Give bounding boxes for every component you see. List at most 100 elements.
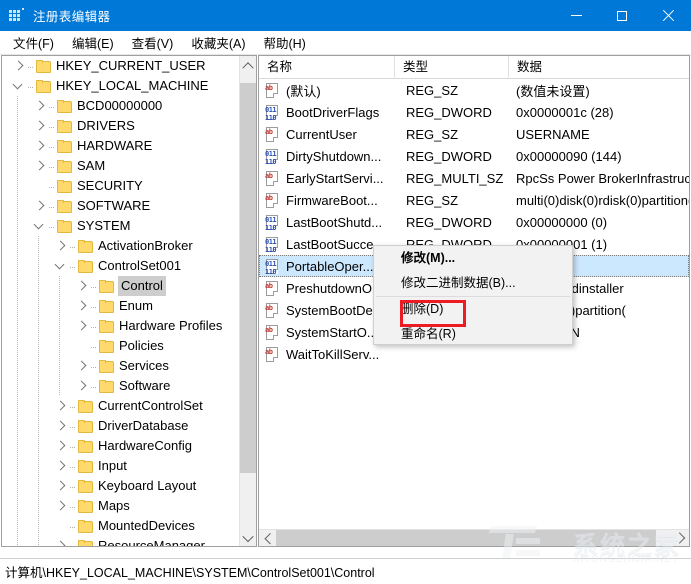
tree-item-currentcontrolset[interactable]: CurrentControlSet	[2, 396, 240, 416]
tree-item-keyboard-layout[interactable]: Keyboard Layout	[2, 476, 240, 496]
tree-item-label: SYSTEM	[77, 218, 131, 233]
maximize-button[interactable]	[599, 0, 645, 31]
ctx-modify-binary[interactable]: 修改二进制数据(B)...	[374, 271, 572, 296]
tree-item-policies[interactable]: Policies	[2, 336, 240, 356]
chevron-right-icon[interactable]	[52, 498, 68, 514]
value-data: RpcSs Power BrokerInfrastructu	[516, 170, 689, 186]
chevron-down-icon[interactable]	[52, 258, 68, 274]
tree-connector	[47, 198, 57, 214]
chevron-right-icon[interactable]	[31, 118, 47, 134]
tree-item-software[interactable]: SOFTWARE	[2, 196, 240, 216]
tree-connector	[68, 418, 78, 434]
menu-help[interactable]: 帮助(H)	[254, 31, 314, 54]
tree-connector	[47, 138, 57, 154]
column-type[interactable]: 类型	[395, 56, 509, 79]
tree-item-mounteddevices[interactable]: MountedDevices	[2, 516, 240, 536]
value-row[interactable]: ab (默认) REG_SZ (数值未设置)	[259, 79, 689, 101]
chevron-down-icon[interactable]	[10, 78, 26, 94]
tree-item-hkey-current-user[interactable]: HKEY_CURRENT_USER	[2, 56, 240, 76]
value-row[interactable]: 011 110 DirtyShutdown... REG_DWORD 0x0000009…	[259, 145, 689, 167]
value-row[interactable]: ab EarlyStartServi... REG_MULTI_SZ RpcSs Po…	[259, 167, 689, 189]
chevron-right-icon[interactable]	[31, 138, 47, 154]
chevron-right-icon[interactable]	[73, 298, 89, 314]
tree-item-security[interactable]: SECURITY	[2, 176, 240, 196]
tree-connector	[89, 338, 99, 354]
scroll-down-button[interactable]	[240, 529, 256, 546]
scroll-up-button[interactable]	[240, 56, 256, 73]
tree-item-system[interactable]: SYSTEM	[2, 216, 240, 236]
chevron-right-icon[interactable]	[52, 458, 68, 474]
tree-item-bcd00000000[interactable]: BCD00000000	[2, 96, 240, 116]
menu-file[interactable]: 文件(F)	[4, 31, 63, 54]
chevron-right-icon[interactable]	[10, 58, 26, 74]
registry-icon	[9, 7, 25, 24]
tree-item-resourcemanager[interactable]: ResourceManager	[2, 536, 240, 546]
tree-guide-line	[17, 96, 18, 116]
chevron-down-icon[interactable]	[31, 218, 47, 234]
registry-tree[interactable]: HKEY_CURRENT_USER HKEY_LOCAL_MACHINE BCD00…	[2, 56, 240, 546]
chevron-right-icon[interactable]	[31, 198, 47, 214]
tree-item-services[interactable]: Services	[2, 356, 240, 376]
dword-value-icon: 011 110	[265, 258, 278, 276]
chevron-right-icon[interactable]	[52, 418, 68, 434]
tree-guide-line	[59, 276, 60, 296]
scroll-right-button[interactable]	[672, 530, 689, 546]
values-horizontal-scrollbar[interactable]	[259, 529, 689, 546]
value-row[interactable]: ab FirmwareBoot... REG_SZ multi(0)disk(0)rd…	[259, 189, 689, 211]
tree-item-hkey-local-machine[interactable]: HKEY_LOCAL_MACHINE	[2, 76, 240, 96]
hscrollbar-thumb[interactable]	[276, 530, 656, 546]
close-button[interactable]	[645, 0, 691, 31]
menu-view[interactable]: 查看(V)	[123, 31, 183, 54]
tree-item-maps[interactable]: Maps	[2, 496, 240, 516]
chevron-right-icon[interactable]	[73, 318, 89, 334]
value-row[interactable]: 011 110 BootDriverFlags REG_DWORD 0x0000001c…	[259, 101, 689, 123]
tree-guide-line	[17, 296, 18, 316]
value-row[interactable]: ab CurrentUser REG_SZ USERNAME	[259, 123, 689, 145]
tree-item-hardwareconfig[interactable]: HardwareConfig	[2, 436, 240, 456]
value-context-menu[interactable]: 修改(M)... 修改二进制数据(B)... 删除(D) 重命名(R)	[373, 245, 573, 345]
minimize-button[interactable]	[553, 0, 599, 31]
tree-guide-line	[17, 456, 18, 476]
tree-item-enum[interactable]: Enum	[2, 296, 240, 316]
tree-item-software[interactable]: Software	[2, 376, 240, 396]
tree-item-hardware[interactable]: HARDWARE	[2, 136, 240, 156]
chevron-right-icon[interactable]	[73, 378, 89, 394]
status-bar: 计算机\HKEY_LOCAL_MACHINE\SYSTEM\ControlSet…	[0, 558, 691, 584]
tree-connector	[68, 438, 78, 454]
tree-guide-line	[17, 396, 18, 416]
chevron-right-icon[interactable]	[52, 478, 68, 494]
tree-item-control[interactable]: Control	[2, 276, 240, 296]
scroll-left-button[interactable]	[259, 530, 276, 546]
chevron-right-icon[interactable]	[52, 238, 68, 254]
tree-item-label: Services	[119, 358, 169, 373]
tree-guide-line	[17, 116, 18, 136]
tree-item-hardware-profiles[interactable]: Hardware Profiles	[2, 316, 240, 336]
chevron-right-icon[interactable]	[31, 98, 47, 114]
chevron-right-icon[interactable]	[73, 278, 89, 294]
tree-item-label: DRIVERS	[77, 118, 135, 133]
menu-favorites[interactable]: 收藏夹(A)	[182, 31, 254, 54]
tree-item-controlset001[interactable]: ControlSet001	[2, 256, 240, 276]
column-name[interactable]: 名称	[259, 56, 395, 79]
tree-item-activationbroker[interactable]: ActivationBroker	[2, 236, 240, 256]
chevron-right-icon[interactable]	[52, 538, 68, 546]
chevron-right-icon[interactable]	[31, 158, 47, 174]
ctx-modify[interactable]: 修改(M)...	[374, 246, 572, 271]
tree-connector	[89, 358, 99, 374]
value-row[interactable]: 011 110 LastBootShutd... REG_DWORD 0x0000000…	[259, 211, 689, 233]
chevron-right-icon[interactable]	[52, 398, 68, 414]
dword-value-icon: 011 110	[265, 214, 278, 232]
tree-item-input[interactable]: Input	[2, 456, 240, 476]
tree-item-sam[interactable]: SAM	[2, 156, 240, 176]
menu-edit[interactable]: 编辑(E)	[63, 31, 123, 54]
chevron-right-icon[interactable]	[52, 438, 68, 454]
scrollbar-thumb[interactable]	[240, 83, 256, 473]
tree-item-driverdatabase[interactable]: DriverDatabase	[2, 416, 240, 436]
chevron-right-icon[interactable]	[73, 358, 89, 374]
tree-vertical-scrollbar[interactable]	[239, 56, 256, 546]
dword-value-icon: 011 110	[265, 104, 278, 122]
tree-item-drivers[interactable]: DRIVERS	[2, 116, 240, 136]
column-data[interactable]: 数据	[509, 56, 689, 79]
